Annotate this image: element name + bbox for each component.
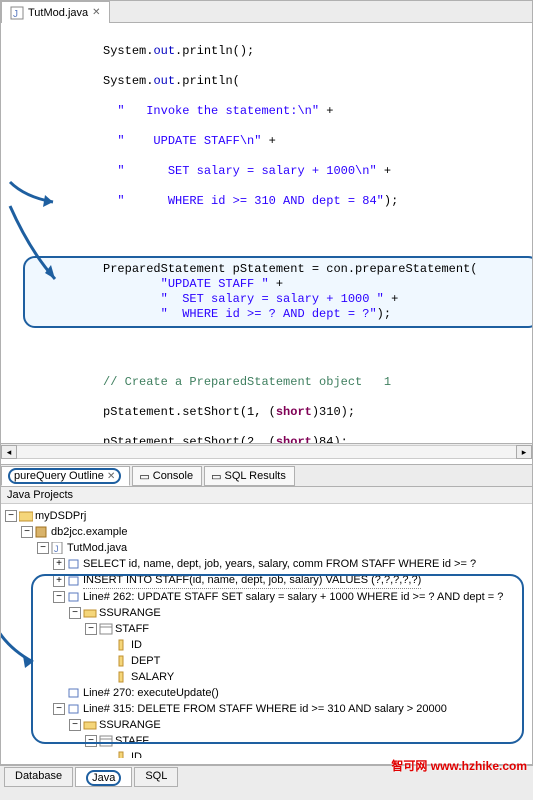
scroll-left-button[interactable]: ◂ [1,445,17,459]
view-tab-label: SQL Results [225,470,286,482]
svg-text:J: J [54,544,59,554]
tree-schema[interactable]: −SSURANGE [3,605,530,621]
view-tab-bar: pureQuery Outline ✕ ▭ Console ▭ SQL Resu… [1,465,532,487]
schema-icon [83,607,97,619]
collapse-icon[interactable]: − [85,623,97,635]
view-tab-label: Console [153,470,193,482]
collapse-icon[interactable]: − [37,542,49,554]
tree-sql-delete[interactable]: −Line# 315: DELETE FROM STAFF WHERE id >… [3,701,530,717]
tree-sql-insert[interactable]: +INSERT INTO STAFF(id, name, dept, job, … [3,572,530,589]
tree-table[interactable]: −STAFF [3,621,530,637]
tree-column-id[interactable]: ID [3,637,530,653]
watermark-text: 智可网 www.hzhike.com [391,757,527,774]
sql-icon [67,687,81,699]
perspective-sql[interactable]: SQL [134,767,178,787]
sql-icon [67,703,81,715]
sql-icon [67,558,81,570]
tree-file[interactable]: −JTutMod.java [3,540,530,556]
project-icon [19,510,33,522]
java-file-icon: J [51,542,65,554]
schema-icon [83,719,97,731]
collapse-icon[interactable]: − [69,719,81,731]
editor-pane: J TutMod.java ✕ System.out.println(); Sy… [0,0,533,465]
column-icon [115,655,129,667]
code-editor[interactable]: System.out.println(); System.out.println… [1,23,532,443]
table-icon [99,735,113,747]
tree-package[interactable]: −db2jcc.example [3,524,530,540]
tree-column-salary[interactable]: SALARY [3,669,530,685]
tree-table[interactable]: −STAFF [3,733,530,749]
console-icon: ▭ [139,470,149,483]
close-icon[interactable]: ✕ [92,7,100,18]
tree-column-dept[interactable]: DEPT [3,653,530,669]
column-icon [115,671,129,683]
tree-project[interactable]: −myDSDPrj [3,508,530,524]
outline-tree[interactable]: −myDSDPrj −db2jcc.example −JTutMod.java … [1,504,532,758]
view-tab-label: pureQuery Outline [14,470,104,482]
editor-tab-bar: J TutMod.java ✕ [1,1,532,23]
tree-schema[interactable]: −SSURANGE [3,717,530,733]
column-icon [115,751,129,758]
tab-purequery-outline[interactable]: pureQuery Outline ✕ [1,466,130,486]
tab-sql-results[interactable]: ▭ SQL Results [204,466,295,486]
expand-icon[interactable]: + [53,575,65,587]
projects-header: Java Projects [1,487,532,504]
java-file-icon: J [10,6,24,20]
highlighted-code-block: PreparedStatement pStatement = con.prepa… [23,256,532,328]
views-pane: pureQuery Outline ✕ ▭ Console ▭ SQL Resu… [0,465,533,765]
table-icon [99,623,113,635]
editor-tab-tutmod[interactable]: J TutMod.java ✕ [1,1,110,23]
scroll-right-button[interactable]: ▸ [516,445,532,459]
collapse-icon[interactable]: − [21,526,33,538]
sql-results-icon: ▭ [211,470,221,483]
scrollbar-track[interactable] [17,445,516,459]
sql-icon [67,575,81,587]
package-icon [35,526,49,538]
horizontal-scrollbar[interactable]: ◂ ▸ [1,443,532,459]
column-icon [115,639,129,651]
sql-icon [67,591,81,603]
collapse-icon[interactable]: − [53,703,65,715]
tree-execute[interactable]: Line# 270: executeUpdate() [3,685,530,701]
perspective-database[interactable]: Database [4,767,73,787]
collapse-icon[interactable]: − [85,735,97,747]
tree-sql-select[interactable]: +SELECT id, name, dept, job, years, sala… [3,556,530,572]
collapse-icon[interactable]: − [69,607,81,619]
expand-icon[interactable]: + [53,558,65,570]
editor-tab-label: TutMod.java [28,7,88,19]
perspective-java[interactable]: Java [75,767,132,787]
close-icon[interactable]: ✕ [107,471,115,482]
tree-sql-update[interactable]: −Line# 262: UPDATE STAFF SET salary = sa… [3,589,530,605]
collapse-icon[interactable]: − [5,510,17,522]
svg-text:J: J [13,9,18,20]
collapse-icon[interactable]: − [53,591,65,603]
tab-console[interactable]: ▭ Console [132,466,202,486]
